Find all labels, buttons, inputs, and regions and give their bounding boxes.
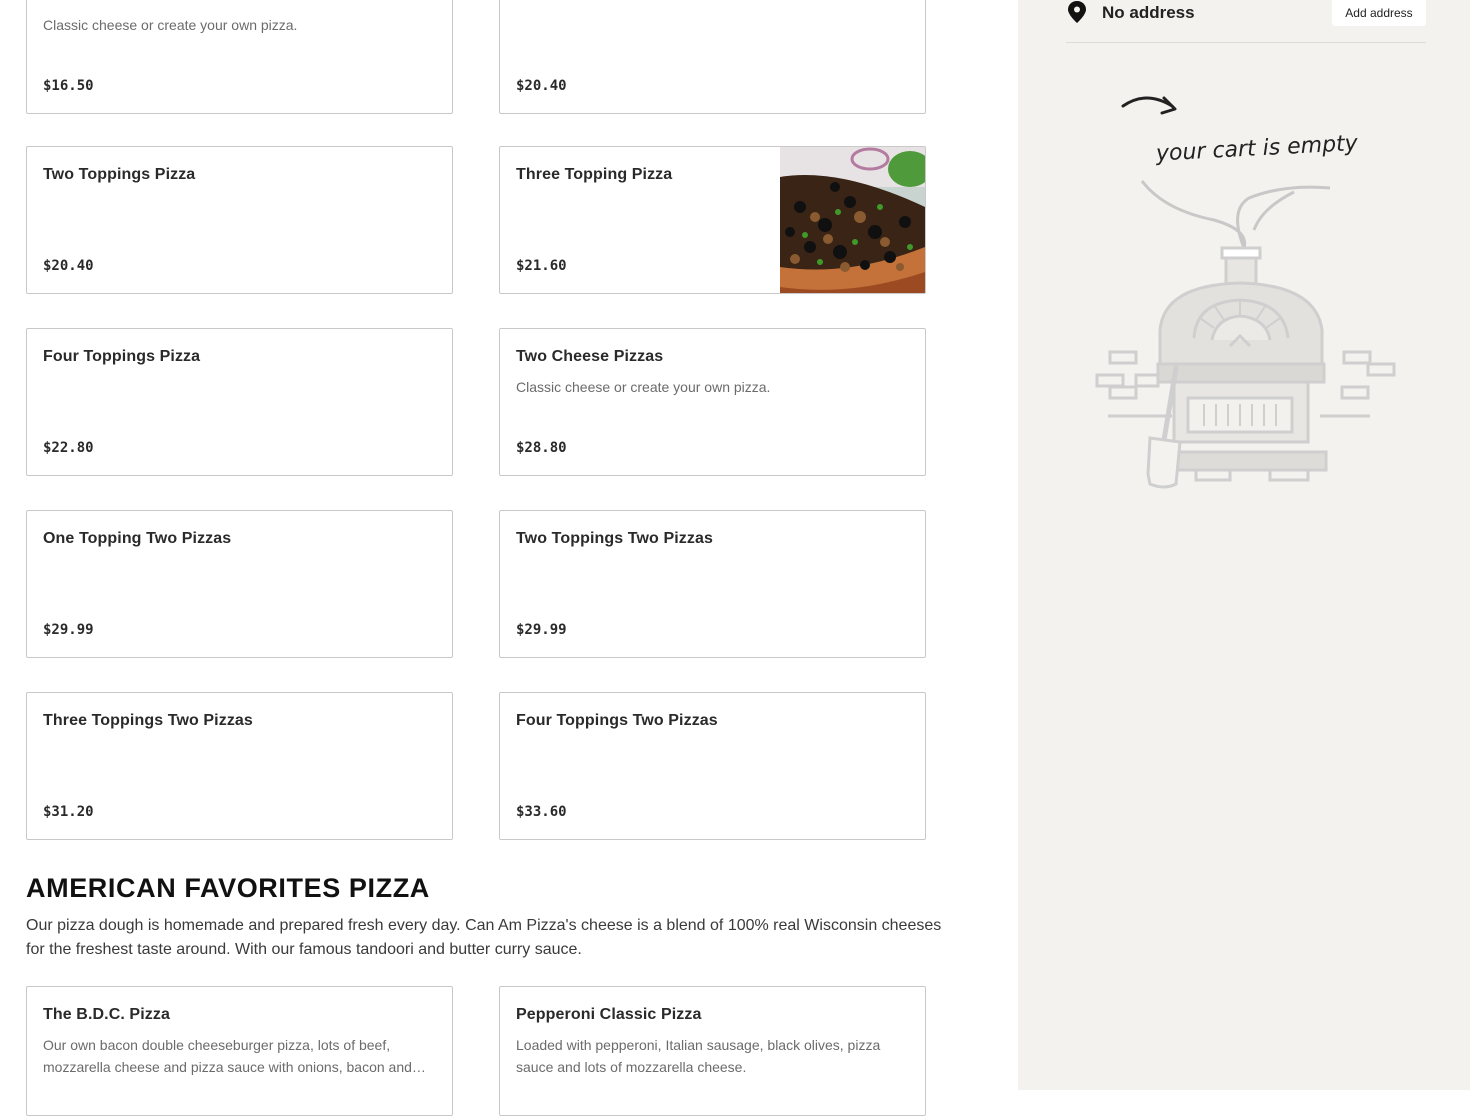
menu-item-price: $29.99 [516, 622, 567, 638]
menu-item-price: $28.80 [516, 440, 567, 456]
menu-item-price: $22.80 [43, 440, 94, 456]
menu-item-card[interactable]: Four Toppings Two Pizzas $33.60 [499, 692, 926, 840]
menu-item-description: Our own bacon double cheeseburger pizza,… [43, 1037, 426, 1075]
section-title: AMERICAN FAVORITES PIZZA [26, 873, 430, 903]
menu-item-card[interactable]: The B.D.C. Pizza Our own bacon double ch… [26, 986, 453, 1116]
menu-item-card[interactable]: Three Toppings Two Pizzas $31.20 [26, 692, 453, 840]
menu-item-name: Two Toppings Pizza [43, 166, 196, 183]
menu-item-price: $20.40 [516, 78, 567, 94]
pizza-photo [780, 147, 925, 293]
menu-item-card[interactable]: $20.40 [499, 0, 926, 114]
menu-item-name: Two Cheese Pizzas [516, 348, 664, 365]
menu-item-card[interactable]: One Topping Two Pizzas $29.99 [26, 510, 453, 658]
menu-item-description: Loaded with pepperoni, Italian sausage, … [516, 1037, 881, 1075]
menu-item-name: Pepperoni Classic Pizza [516, 1006, 702, 1023]
menu-item-card[interactable]: Four Toppings Pizza $22.80 [26, 328, 453, 476]
menu-item-price: $16.50 [43, 78, 94, 94]
cart-empty-text: your cart is empty [1154, 131, 1359, 167]
menu-item-name: Four Toppings Two Pizzas [516, 712, 718, 729]
menu-item-name: Three Toppings Two Pizzas [43, 712, 253, 729]
menu-item-description: Classic cheese or create your own pizza. [516, 379, 771, 395]
menu-item-price: $33.60 [516, 804, 567, 820]
delivery-address-row: No address Add address [1066, 0, 1426, 43]
menu-item-description: Classic cheese or create your own pizza. [43, 17, 298, 33]
menu-item-name: Two Toppings Two Pizzas [516, 530, 713, 547]
pizza-oven-illustration: your cart is empty [1095, 96, 1396, 489]
menu-item-card[interactable]: Classic cheese or create your own pizza.… [26, 0, 453, 114]
menu-item-price: $20.40 [43, 258, 94, 274]
menu-item-card[interactable]: Two Cheese Pizzas Classic cheese or crea… [499, 328, 926, 476]
menu-item-name: Three Topping Pizza [516, 166, 673, 183]
section-description: Our pizza dough is homemade and prepared… [26, 917, 942, 958]
menu-item-name: The B.D.C. Pizza [43, 1006, 170, 1023]
address-text: No address [1102, 3, 1195, 22]
menu-item-name: One Topping Two Pizzas [43, 530, 232, 547]
menu-item-name: Four Toppings Pizza [43, 348, 201, 365]
cart-sidebar: No address Add address your cart is empt… [1018, 0, 1470, 1090]
menu-item-price: $29.99 [43, 622, 94, 638]
menu-item-card[interactable]: Three Topping Pizza $21.60 [499, 146, 926, 294]
add-address-button[interactable]: Add address [1332, 0, 1426, 26]
menu-item-card[interactable]: Pepperoni Classic Pizza Loaded with pepp… [499, 986, 926, 1116]
menu-item-price: $21.60 [516, 258, 567, 274]
menu-item-card[interactable]: Two Toppings Pizza $20.40 [26, 146, 453, 294]
map-pin-icon [1068, 1, 1086, 23]
menu-item-price: $31.20 [43, 804, 94, 820]
menu-item-card[interactable]: Two Toppings Two Pizzas $29.99 [499, 510, 926, 658]
